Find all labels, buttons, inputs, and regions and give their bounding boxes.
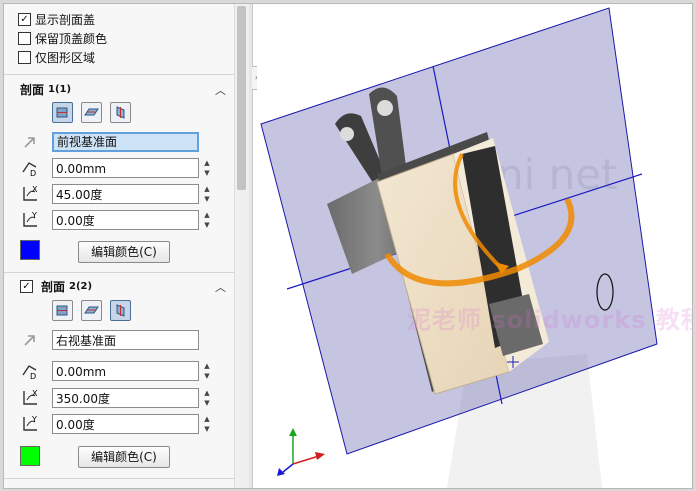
chevron-up-icon[interactable]: ︿ (215, 82, 226, 98)
rotate-y-icon: Y (23, 211, 37, 227)
right-plane-icon (116, 106, 125, 119)
keep-cap-color-checkbox[interactable] (18, 31, 31, 45)
keep-cap-color-label: 保留顶盖颜色 (35, 31, 108, 46)
section1-offset-input[interactable]: 0.00mm (52, 158, 199, 178)
rotate-x-icon: X (23, 389, 38, 405)
graphics-area-only-option[interactable]: 仅图形区域 (18, 49, 95, 65)
section1-header[interactable]: 剖面 1(1) (20, 81, 71, 98)
spin-up-icon[interactable]: ▲ (202, 158, 212, 168)
section2-color-swatch (20, 446, 40, 466)
section2-title: 剖面 (41, 280, 66, 294)
section-view-property-panel: ✓ 显示剖面盖 保留顶盖颜色 仅图形区域 剖面 1(1) ︿ 前视基准面 D 0… (4, 4, 234, 488)
show-section-cap-label: 显示剖面盖 (35, 12, 96, 27)
svg-text:D: D (30, 372, 36, 381)
clevis-hole (377, 100, 393, 116)
svg-text:X: X (32, 185, 38, 194)
section1-edit-color-button[interactable]: 编辑颜色(C) (78, 241, 170, 263)
top-plane-icon (84, 306, 99, 314)
section2-right-plane-button[interactable] (110, 300, 131, 321)
spin-up-icon[interactable]: ▲ (202, 388, 212, 398)
section2-angle-x-input[interactable]: 350.00度 (52, 388, 199, 408)
section1-angle-x-input[interactable]: 45.00度 (52, 184, 199, 204)
svg-text:Y: Y (31, 211, 37, 220)
reference-plane-arrow-icon (24, 335, 35, 346)
reference-plane-arrow-icon (24, 137, 35, 148)
spin-down-icon[interactable]: ▼ (202, 194, 212, 204)
section1-right-plane-button[interactable] (110, 102, 131, 123)
front-plane-icon (56, 107, 68, 118)
divider (4, 272, 234, 273)
section2-front-plane-button[interactable] (52, 300, 73, 321)
spin-up-icon[interactable]: ▲ (202, 210, 212, 220)
watermark-text: 泥老师 solidworks 教程 (407, 306, 692, 334)
show-section-cap-checkbox[interactable]: ✓ (18, 12, 31, 26)
divider (4, 74, 234, 75)
section2-enable-checkbox[interactable]: ✓ (20, 280, 33, 293)
section2-angle-y-spinner[interactable]: ▲ ▼ (202, 414, 212, 434)
graphics-viewport[interactable]: ni net 泥老师 solidworks 教程 (257, 4, 692, 488)
spin-down-icon[interactable]: ▼ (202, 168, 212, 178)
rotate-y-icon: Y (23, 415, 37, 431)
section1-color-swatch (20, 240, 40, 260)
svg-text:Y: Y (31, 415, 37, 424)
section2-offset-input[interactable]: 0.00mm (52, 361, 199, 381)
clevis-hole (340, 127, 354, 141)
svg-text:D: D (30, 169, 36, 178)
divider (4, 478, 234, 479)
section1-top-plane-button[interactable] (81, 102, 102, 123)
section2-offset-spinner[interactable]: ▲ ▼ (202, 361, 212, 381)
model-view[interactable]: ni net (257, 4, 692, 488)
section1-title: 剖面 (20, 83, 45, 97)
graphics-area-only-checkbox[interactable] (18, 50, 31, 64)
section1-index: 1(1) (48, 84, 72, 95)
section1-offset-spinner[interactable]: ▲ ▼ (202, 158, 212, 178)
coordinate-triad (277, 428, 325, 476)
top-plane-icon (84, 108, 99, 116)
spin-down-icon[interactable]: ▼ (202, 424, 212, 434)
right-plane-icon (116, 304, 125, 317)
rotate-x-icon: X (23, 185, 38, 201)
svg-text:X: X (32, 389, 38, 398)
spin-down-icon[interactable]: ▼ (202, 398, 212, 408)
section2-plane-field[interactable]: 右视基准面 (52, 330, 199, 350)
spin-up-icon[interactable]: ▲ (202, 184, 212, 194)
front-plane-icon (56, 305, 68, 316)
section2-angle-y-input[interactable]: 0.00度 (52, 414, 199, 434)
offset-distance-icon: D (22, 365, 37, 381)
section1-angle-x-spinner[interactable]: ▲ ▼ (202, 184, 212, 204)
section1-angle-y-spinner[interactable]: ▲ ▼ (202, 210, 212, 230)
section1-front-plane-button[interactable] (52, 102, 73, 123)
chevron-up-icon[interactable]: ︿ (215, 279, 226, 295)
offset-distance-icon: D (22, 162, 37, 178)
show-section-cap-option[interactable]: ✓ 显示剖面盖 (18, 11, 95, 27)
keep-cap-color-option[interactable]: 保留顶盖颜色 (18, 30, 107, 46)
graphics-area-only-label: 仅图形区域 (35, 50, 96, 65)
section2-index: 2(2) (69, 281, 93, 292)
spin-down-icon[interactable]: ▼ (202, 220, 212, 230)
panel-scrollbar-thumb[interactable] (237, 6, 246, 190)
section1-plane-field[interactable]: 前视基准面 (52, 132, 199, 152)
section2-top-plane-button[interactable] (81, 300, 102, 321)
section2-edit-color-button[interactable]: 编辑颜色(C) (78, 446, 170, 468)
section2-header[interactable]: ✓ 剖面 2(2) (20, 278, 92, 295)
section2-angle-x-spinner[interactable]: ▲ ▼ (202, 388, 212, 408)
spin-up-icon[interactable]: ▲ (202, 414, 212, 424)
window: ✓ 显示剖面盖 保留顶盖颜色 仅图形区域 剖面 1(1) ︿ 前视基准面 D 0… (3, 3, 693, 489)
spin-up-icon[interactable]: ▲ (202, 361, 212, 371)
spin-down-icon[interactable]: ▼ (202, 371, 212, 381)
section1-angle-y-input[interactable]: 0.00度 (52, 210, 199, 230)
